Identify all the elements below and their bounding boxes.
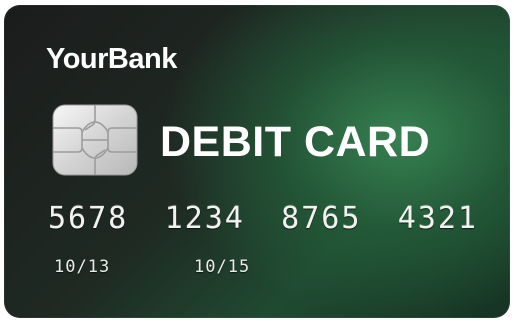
- expiry-date: 10/15: [194, 257, 251, 277]
- card-type-label: DEBIT CARD: [160, 118, 431, 166]
- card-number-group-2: 1234: [164, 201, 245, 236]
- debit-card: YourBank DEBIT CARD 5678 1234 8765 4321 …: [4, 5, 510, 318]
- valid-from-date: 10/13: [54, 257, 111, 277]
- card-number-group-1: 5678: [48, 201, 129, 236]
- card-number: 5678 1234 8765 4321: [48, 204, 478, 234]
- card-number-group-4: 4321: [397, 201, 478, 236]
- bank-name: YourBank: [46, 43, 177, 75]
- emv-chip-icon: [52, 104, 138, 176]
- card-number-group-3: 8765: [281, 201, 362, 236]
